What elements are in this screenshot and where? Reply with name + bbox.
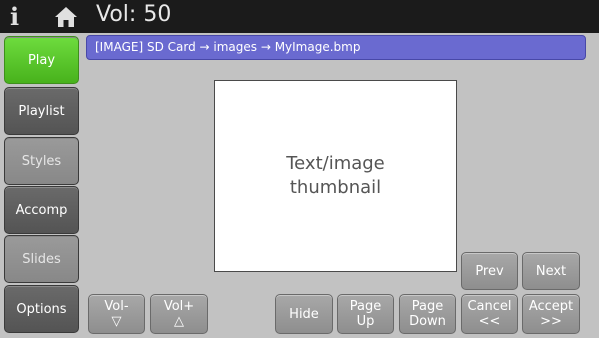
sidebar-item-options[interactable]: Options — [4, 285, 79, 333]
accept-label-top: Accept — [528, 299, 574, 314]
page-up-button[interactable]: Page Up — [337, 294, 394, 334]
vol-up-label: Vol+ — [163, 299, 195, 314]
sidebar-item-label: Playlist — [18, 103, 65, 119]
screen: i Vol: 50 Play Playlist Styles Accomp Sl… — [0, 0, 599, 338]
down-triangle-icon: ▽ — [111, 314, 122, 329]
volume-down-button[interactable]: Vol- ▽ — [88, 294, 145, 334]
next-button[interactable]: Next — [522, 252, 580, 290]
accept-label-bottom: >> — [540, 314, 562, 329]
next-label: Next — [535, 263, 567, 279]
accept-button[interactable]: Accept >> — [522, 294, 580, 334]
sidebar-item-label: Accomp — [15, 202, 68, 218]
page-up-label-bottom: Up — [356, 314, 375, 329]
volume-readout: Vol: 50 — [96, 2, 172, 27]
page-down-label-top: Page — [411, 299, 444, 314]
page-down-button[interactable]: Page Down — [399, 294, 456, 334]
thumbnail-text: Text/image thumbnail — [286, 153, 385, 198]
page-up-label-top: Page — [349, 299, 382, 314]
prev-label: Prev — [475, 263, 504, 279]
page-down-label-bottom: Down — [409, 314, 446, 329]
sidebar-item-label: Options — [16, 301, 67, 317]
home-icon[interactable] — [54, 6, 78, 32]
sidebar-item-label: Slides — [22, 251, 61, 267]
sidebar-item-label: Styles — [21, 153, 62, 169]
top-bar: i Vol: 50 — [0, 0, 599, 33]
sidebar-item-playlist[interactable]: Playlist — [4, 87, 79, 135]
file-path-bar: [IMAGE] SD Card → images → MyImage.bmp — [86, 35, 586, 60]
sidebar-item-label: Play — [27, 52, 56, 68]
sidebar-item-slides[interactable]: Slides — [4, 235, 79, 283]
info-icon[interactable]: i — [10, 2, 19, 31]
cancel-label-top: Cancel — [467, 299, 512, 314]
sidebar-item-play[interactable]: Play — [4, 36, 79, 84]
vol-down-label: Vol- — [104, 299, 129, 314]
sidebar-item-styles[interactable]: Styles — [4, 137, 79, 185]
up-triangle-icon: △ — [174, 314, 184, 329]
prev-button[interactable]: Prev — [461, 252, 518, 290]
volume-up-button[interactable]: Vol+ △ — [150, 294, 208, 334]
image-thumbnail: Text/image thumbnail — [214, 80, 457, 272]
sidebar-item-accomp[interactable]: Accomp — [4, 186, 79, 234]
cancel-label-bottom: << — [478, 314, 501, 329]
hide-button[interactable]: Hide — [275, 294, 333, 334]
cancel-button[interactable]: Cancel << — [461, 294, 518, 334]
hide-label: Hide — [289, 306, 319, 322]
